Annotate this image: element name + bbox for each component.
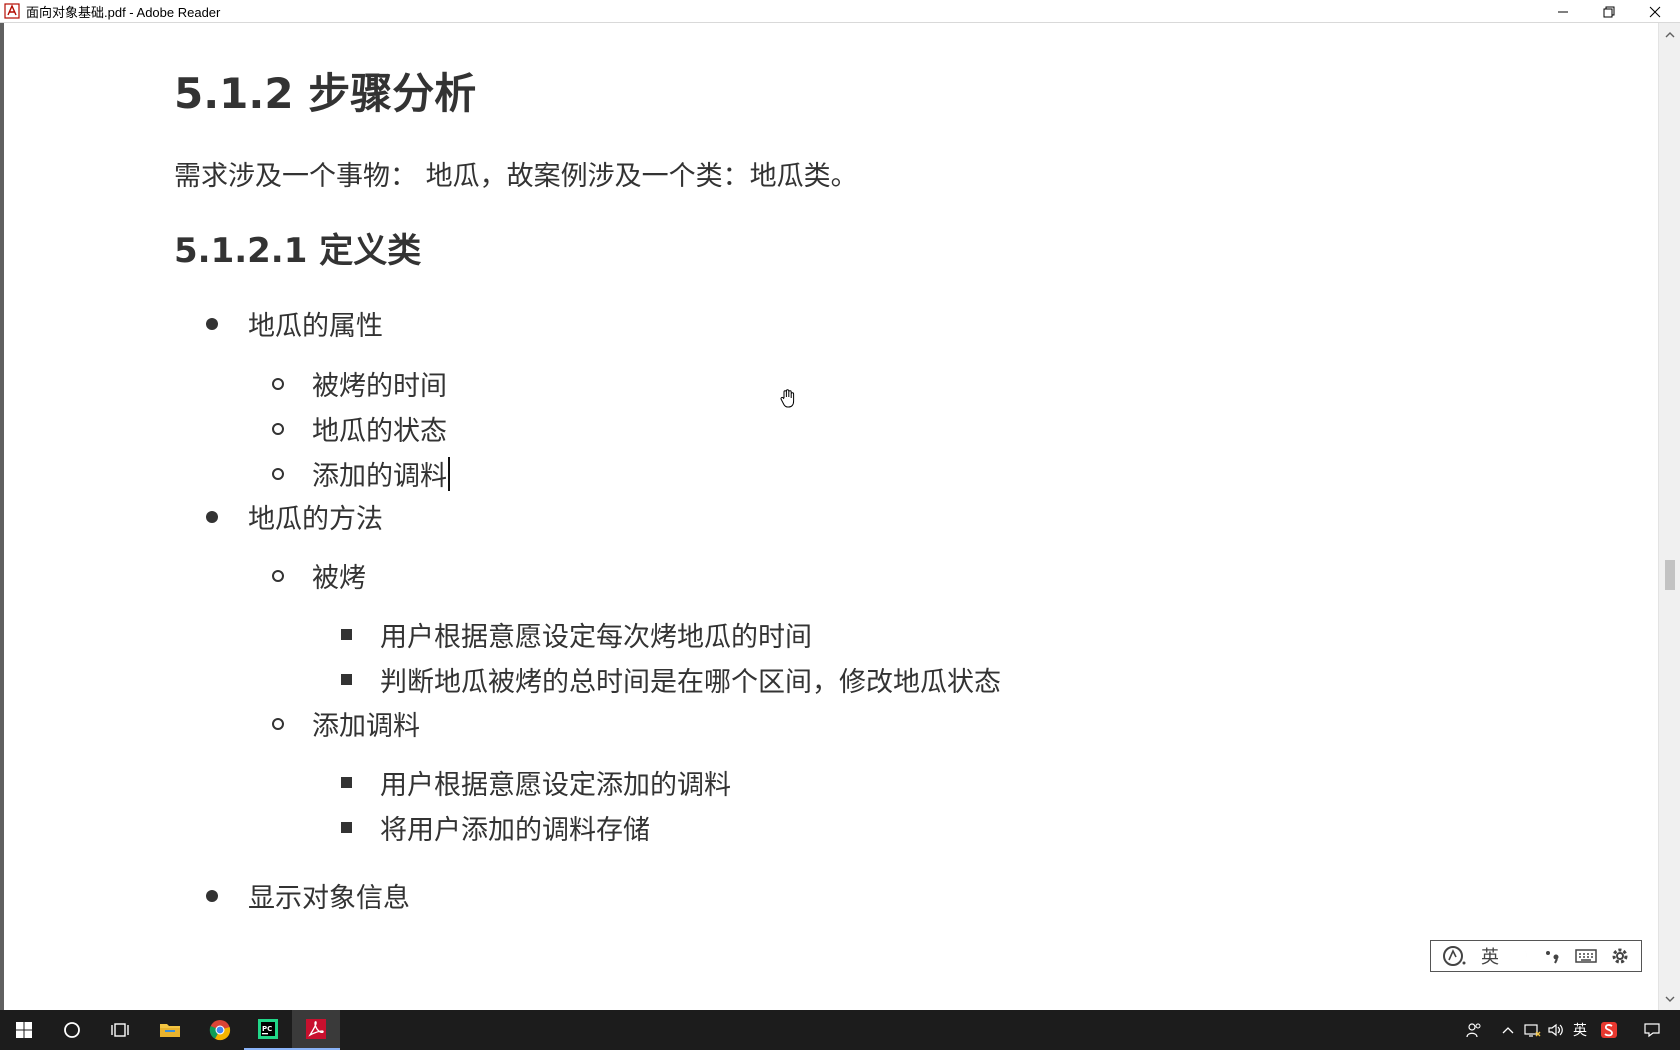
sogou-ime-button[interactable] — [1596, 1010, 1622, 1050]
scroll-thumb[interactable] — [1665, 560, 1675, 590]
close-icon — [1649, 6, 1661, 17]
list-item: 用户根据意愿设定添加的调料 — [341, 763, 731, 802]
task-view-icon — [111, 1023, 129, 1037]
list-item: 地瓜的状态 — [272, 409, 447, 448]
bullet-square — [341, 822, 352, 833]
bullet-disc — [206, 510, 218, 523]
minimize-button[interactable] — [1540, 0, 1586, 23]
adobe-reader-icon — [306, 1019, 326, 1039]
bullet-circle — [272, 377, 284, 390]
list-item: 地瓜的属性 — [206, 304, 383, 343]
moon-icon[interactable] — [1512, 947, 1530, 965]
bullet-square — [341, 777, 352, 788]
network-icon — [1524, 1024, 1541, 1037]
folder-icon — [160, 1024, 180, 1037]
paragraph-requirement: 需求涉及一个事物： 地瓜，故案例涉及一个类：地瓜类。 — [174, 161, 858, 192]
text-caret — [448, 456, 450, 491]
taskbar-file-explorer[interactable] — [146, 1010, 194, 1050]
action-center-button[interactable] — [1632, 1010, 1672, 1050]
adobe-reader-icon — [4, 3, 20, 19]
taskbar-adobe-reader[interactable] — [292, 1010, 340, 1050]
bullet-square — [341, 629, 352, 640]
search-button[interactable] — [48, 1010, 96, 1050]
list-item: 显示对象信息 — [206, 876, 410, 915]
bullet-circle — [272, 717, 284, 730]
window-title: 面向对象基础.pdf - Adobe Reader — [26, 4, 221, 20]
volume-button[interactable] — [1544, 1010, 1568, 1050]
restore-icon — [1603, 6, 1615, 17]
speaker-icon — [1548, 1023, 1563, 1037]
hand-cursor-icon — [780, 389, 795, 408]
keyboard-icon[interactable] — [1575, 948, 1597, 964]
document-page[interactable]: 5.1.2 步骤分析 需求涉及一个事物： 地瓜，故案例涉及一个类：地瓜类。 5.… — [4, 23, 1658, 1010]
scroll-up-arrow-icon[interactable] — [1664, 29, 1676, 41]
start-button[interactable] — [0, 1010, 48, 1050]
list-item: 被烤 — [272, 556, 366, 595]
gear-icon[interactable] — [1610, 946, 1630, 966]
punctuation-icon[interactable] — [1544, 947, 1562, 965]
notification-icon — [1644, 1023, 1660, 1038]
svg-text:PC: PC — [262, 1025, 272, 1033]
chevron-up-icon — [1502, 1027, 1514, 1034]
scroll-down-arrow-icon[interactable] — [1664, 993, 1676, 1005]
ime-logo-icon[interactable] — [1442, 945, 1468, 967]
bullet-disc — [206, 889, 218, 902]
bullet-circle — [272, 467, 284, 480]
pycharm-icon: PC — [258, 1019, 278, 1039]
list-item: 地瓜的方法 — [206, 497, 383, 536]
heading-main: 5.1.2 步骤分析 — [174, 69, 477, 118]
list-item: 添加的调料 — [272, 454, 450, 493]
list-item: 被烤的时间 — [272, 364, 447, 403]
bullet-disc — [206, 317, 218, 330]
bullet-circle — [272, 569, 284, 582]
people-button[interactable] — [1460, 1010, 1488, 1050]
list-item: 用户根据意愿设定每次烤地瓜的时间 — [341, 615, 812, 654]
list-item: 添加调料 — [272, 704, 420, 743]
chrome-icon — [209, 1020, 231, 1041]
taskbar-chrome[interactable] — [196, 1010, 244, 1050]
cortana-circle-icon — [64, 1022, 80, 1038]
title-bar: 面向对象基础.pdf - Adobe Reader — [0, 0, 1680, 23]
list-item: 将用户添加的调料存储 — [341, 808, 650, 847]
taskbar-pycharm[interactable]: PC — [244, 1010, 292, 1050]
taskbar: PC 英 — [0, 1010, 1680, 1050]
windows-logo-icon — [16, 1022, 32, 1038]
network-button[interactable] — [1520, 1010, 1544, 1050]
task-view-button[interactable] — [96, 1010, 144, 1050]
minimize-icon — [1558, 11, 1568, 12]
ime-language-toggle[interactable]: 英 — [1481, 943, 1499, 969]
list-item: 判断地瓜被烤的总时间是在哪个区间，修改地瓜状态 — [341, 660, 1001, 699]
ime-toolbar[interactable]: 英 — [1430, 940, 1642, 972]
bullet-circle — [272, 422, 284, 435]
heading-sub: 5.1.2.1 定义类 — [174, 231, 422, 271]
input-language-indicator[interactable]: 英 — [1568, 1010, 1592, 1050]
people-icon — [1466, 1023, 1481, 1038]
restore-button[interactable] — [1586, 0, 1632, 23]
bullet-square — [341, 674, 352, 685]
close-button[interactable] — [1632, 0, 1678, 23]
sogou-s-icon — [1601, 1022, 1617, 1038]
vertical-scrollbar[interactable] — [1658, 23, 1680, 1010]
show-hidden-icons-button[interactable] — [1496, 1010, 1520, 1050]
